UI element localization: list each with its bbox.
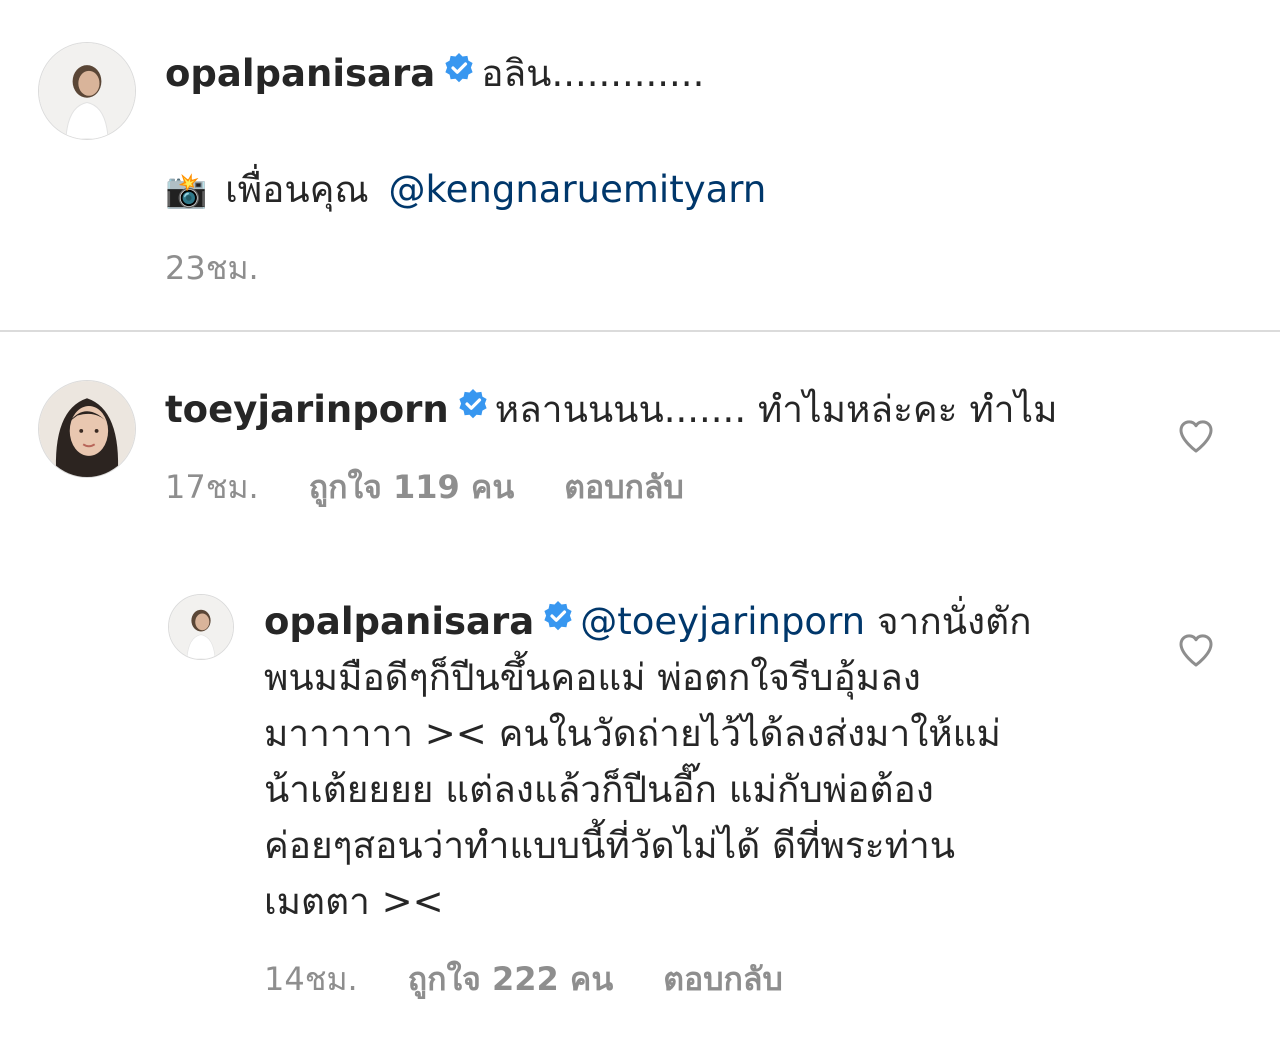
avatar-photo-icon (169, 595, 233, 659)
reply-line: พนมมือดีๆก็ปีนขึ้นคอแม่ พ่อตกใจรีบอุ้มลง (264, 656, 921, 699)
reply-button[interactable]: ตอบกลับ (564, 468, 684, 506)
avatar[interactable] (38, 42, 136, 140)
mention-link[interactable]: @toeyjarinporn (580, 600, 865, 643)
likes-count[interactable]: ถูกใจ 119 คน (309, 468, 514, 506)
comment-timestamp[interactable]: 17ชม. (165, 468, 259, 506)
avatar-photo-icon (39, 43, 135, 139)
caption-text: อลิน............. (481, 52, 705, 95)
avatar[interactable] (168, 594, 234, 660)
caption-text-2: เพื่อนคุณ (225, 168, 369, 211)
caption-meta: 23ชม. (165, 243, 309, 294)
reply-line: เมตตา >< (264, 880, 444, 923)
verified-badge-icon (457, 380, 489, 436)
reply-line: มาาาาาา >< คนในวัดถ่ายไว้ได้ลงส่งมาให้แม… (264, 712, 1001, 755)
comment-meta: 17ชม. ถูกใจ 119 คน ตอบกลับ (165, 462, 734, 513)
reply-line: ค่อยๆสอนว่าทำแบบนี้ที่วัดไม่ได้ ดีที่พระ… (264, 824, 956, 867)
caption-timestamp[interactable]: 23ชม. (165, 249, 259, 287)
reply-button[interactable]: ตอบกลับ (663, 960, 783, 998)
mention-link[interactable]: @kengnaruemityarn (389, 168, 767, 211)
caption-username[interactable]: opalpanisara (165, 52, 435, 95)
divider (0, 330, 1280, 332)
avatar[interactable] (38, 380, 136, 478)
comment-line: toeyjarinporn หลานนนน....... ทำไมหล่ะคะ ท… (165, 382, 1058, 440)
caption-line: opalpanisara อลิน............. (165, 46, 704, 104)
avatar-photo-icon (39, 381, 135, 477)
reply-timestamp[interactable]: 14ชม. (264, 960, 358, 998)
reply-username[interactable]: opalpanisara (264, 600, 534, 643)
heart-outline-icon[interactable] (1176, 416, 1216, 456)
camera-flash-icon: 📸 (165, 171, 208, 211)
reply-line: น้าเต้ยยยย แต่ลงแล้วก็ปีนอี๊ก แม่กับพ่อต… (264, 768, 934, 811)
reply-meta: 14ชม. ถูกใจ 222 คน ตอบกลับ (264, 954, 833, 1005)
heart-outline-icon[interactable] (1176, 630, 1216, 670)
verified-badge-icon (443, 44, 475, 100)
reply-line-1: opalpanisara @toeyjarinporn จากนั่งตัก (264, 594, 1032, 652)
comments-panel: opalpanisara อลิน............. 📸 เพื่อนคุ… (0, 0, 1280, 1048)
likes-count[interactable]: ถูกใจ 222 คน (408, 960, 613, 998)
caption-line-2: 📸 เพื่อนคุณ @kengnaruemityarn (165, 162, 766, 219)
comment-username[interactable]: toeyjarinporn (165, 388, 449, 431)
verified-badge-icon (542, 592, 574, 648)
comment-text: หลานนนน....... ทำไมหล่ะคะ ทำไม (494, 388, 1058, 431)
reply-text: จากนั่งตัก (876, 600, 1032, 643)
